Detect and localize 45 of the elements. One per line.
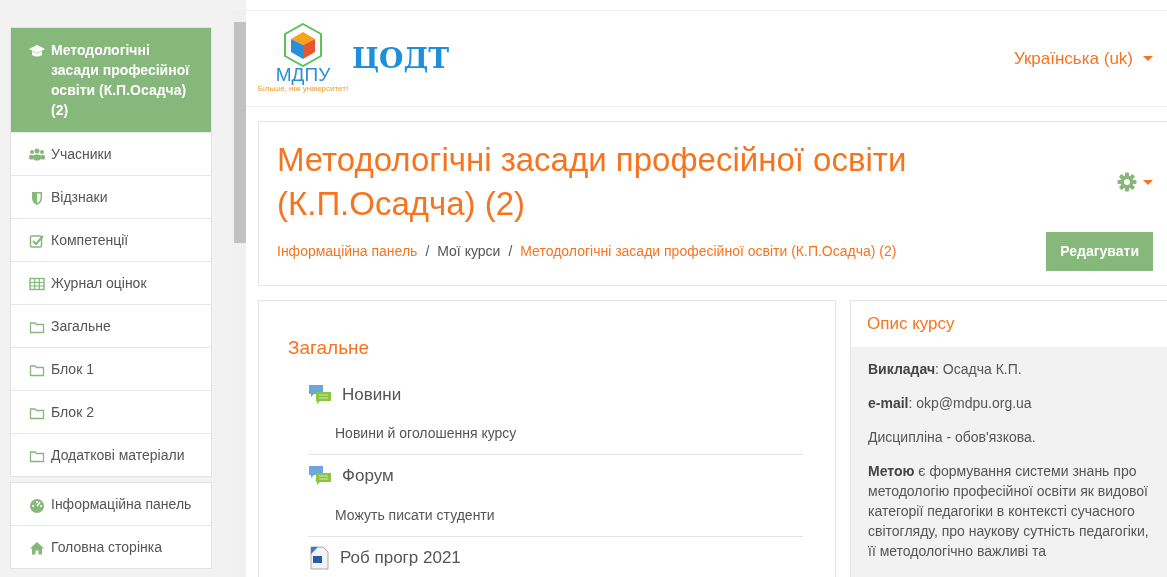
course-title: Методологічні засади професійної освіти (К.П.Осадча) (2) <box>277 140 908 224</box>
sidebar-item[interactable]: Інформаційна панель <box>11 483 211 526</box>
shield-icon <box>29 190 45 206</box>
chat-bubbles-icon <box>308 382 332 407</box>
checkbox-icon <box>29 233 45 249</box>
activity-description: Можуть писати студенти <box>335 505 496 525</box>
logo-abbreviation: МДПУ <box>275 65 331 85</box>
sidebar-item[interactable]: Блок 2 <box>11 391 211 434</box>
activity-description: Новини й оголошення курсу <box>335 424 518 444</box>
breadcrumb-separator: / <box>508 242 513 261</box>
sidebar-item[interactable]: Журнал оцінок <box>11 262 211 305</box>
people-icon <box>29 147 45 163</box>
scrollbar-thumb[interactable] <box>234 22 246 243</box>
summary-paragraph: e-mail: okp@mdpu.org.ua <box>868 394 1033 414</box>
sidebar-item[interactable]: Блок 1 <box>11 348 211 391</box>
sidebar-item[interactable]: Компетенції <box>11 219 211 262</box>
folder-icon <box>29 405 45 421</box>
caret-icon <box>1143 179 1153 185</box>
table-icon <box>29 276 45 292</box>
settings-menu[interactable] <box>1117 172 1153 192</box>
home-icon <box>29 540 45 556</box>
caret-icon <box>1143 56 1153 61</box>
logo-icon <box>283 23 323 68</box>
breadcrumb-item: Мої курси <box>437 242 501 261</box>
sidebar-item[interactable]: Додаткові матеріали <box>11 434 211 476</box>
logo-tagline: Більше, ніж університет! <box>257 84 349 94</box>
activity-link[interactable]: Роб прогр 2021 <box>340 544 461 571</box>
sidebar-item[interactable]: Загальне <box>11 305 211 348</box>
gauge-icon <box>29 497 45 513</box>
activity-link[interactable]: Форум <box>342 463 394 489</box>
sidebar-item[interactable]: Головна сторінка <box>11 526 211 568</box>
folder-icon <box>29 319 45 335</box>
sidebar-item[interactable]: Відзнаки <box>11 176 211 219</box>
activity-link[interactable]: Новини <box>342 381 402 408</box>
graduation-cap-icon <box>29 43 45 59</box>
summary-paragraph: Дисципліна - обов'язкова. <box>868 428 1037 448</box>
folder-icon <box>29 362 45 378</box>
section-title: Загальне <box>288 337 371 360</box>
sidebar-item[interactable]: Учасники <box>11 133 211 176</box>
folder-icon <box>29 448 45 464</box>
settings-icon <box>1117 172 1137 192</box>
document-icon <box>308 545 330 570</box>
summary-paragraph: Викладач: Осадча К.П. <box>868 360 1023 380</box>
breadcrumb-separator: / <box>425 242 430 261</box>
summary-paragraph: Метою є формування системи знань про методологію професійної освіти як видової категорії педагогіки в контексті сучасного світогляду, про наукову сутність педагогіки, її методологічно важливі та <box>868 462 1150 562</box>
